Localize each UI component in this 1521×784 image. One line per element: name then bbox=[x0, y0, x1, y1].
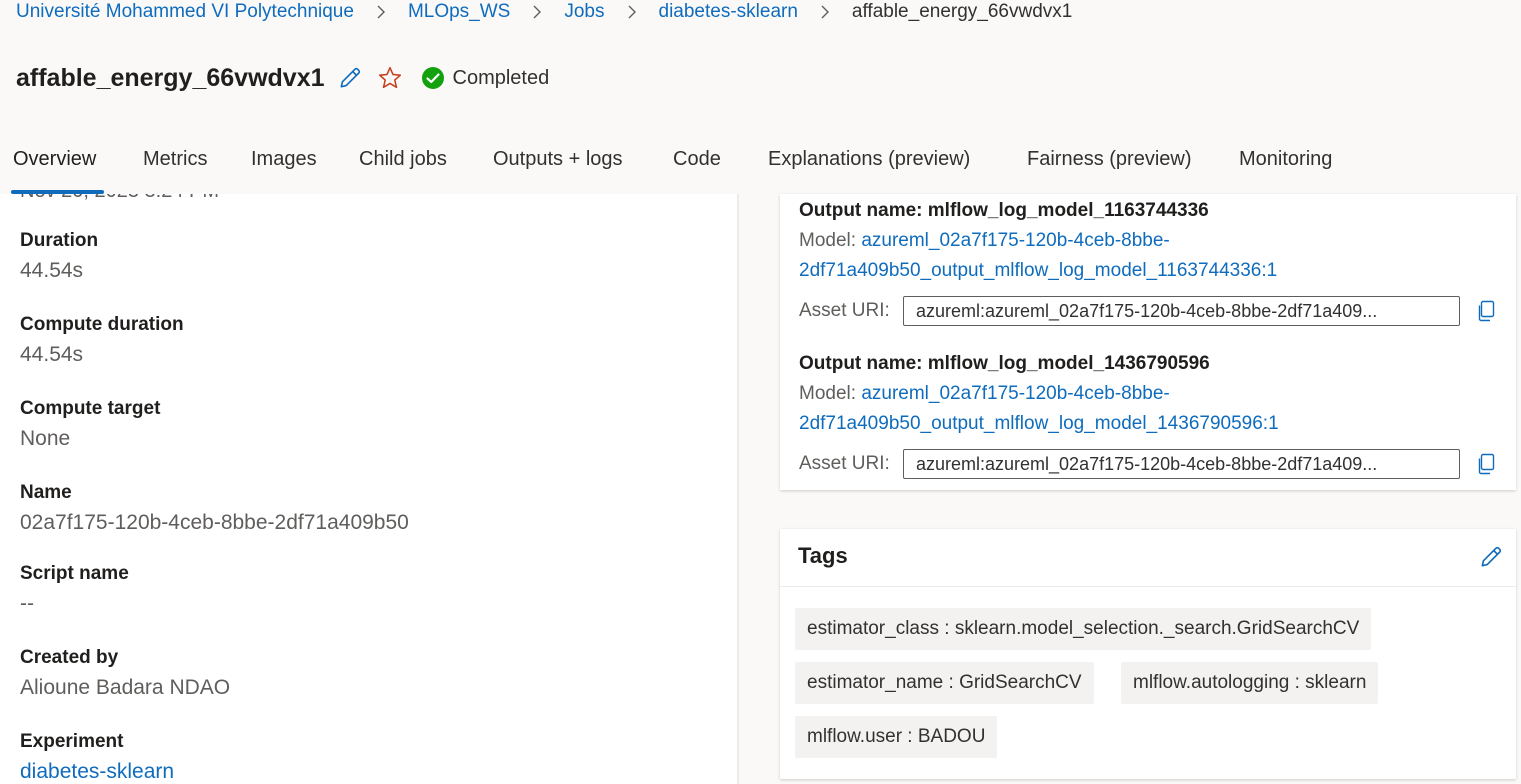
detail-compute-target: Compute target None bbox=[20, 394, 160, 454]
copy-icon[interactable] bbox=[1476, 453, 1496, 475]
detail-label: Name bbox=[20, 482, 72, 503]
tab-monitoring[interactable]: Monitoring bbox=[1239, 148, 1332, 171]
detail-label: Experiment bbox=[20, 731, 124, 752]
model-link-continued[interactable]: 2df71a409b50_output_mlflow_log_model_116… bbox=[799, 260, 1277, 281]
tag-chip: estimator_class : sklearn.model_selectio… bbox=[795, 608, 1372, 650]
detail-label: Compute duration bbox=[20, 314, 184, 335]
breadcrumb-current: affable_energy_66vwdvx1 bbox=[851, 1, 1073, 22]
tab-images[interactable]: Images bbox=[251, 148, 317, 171]
detail-experiment: Experiment diabetes-sklearn bbox=[20, 727, 174, 784]
asset-uri-field[interactable]: azureml:azureml_02a7f175-120b-4ceb-8bbe-… bbox=[903, 296, 1460, 326]
output-item: Output name: mlflow_log_model_1436790596… bbox=[799, 349, 1499, 479]
detail-value: None bbox=[20, 427, 71, 450]
asset-uri-row: Asset URI: azureml:azureml_02a7f175-120b… bbox=[799, 449, 1496, 479]
chevron-right-icon bbox=[627, 4, 637, 20]
detail-label: Duration bbox=[20, 230, 99, 251]
experiment-link[interactable]: diabetes-sklearn bbox=[20, 757, 174, 784]
checkmark-circle-icon bbox=[421, 66, 445, 90]
detail-duration: Duration 44.54s bbox=[20, 226, 98, 286]
copy-icon[interactable] bbox=[1476, 300, 1496, 322]
detail-value: Alioune Badara NDAO bbox=[20, 676, 231, 699]
asset-uri-label: Asset URI: bbox=[799, 300, 890, 321]
tag-chip: estimator_name : GridSearchCV bbox=[795, 662, 1094, 704]
tag-chip: mlflow.autologging : sklearn bbox=[1121, 662, 1379, 704]
detail-value: 02a7f175-120b-4ceb-8bbe-2df71a409b50 bbox=[20, 511, 409, 534]
detail-label: Script name bbox=[20, 563, 129, 584]
chevron-right-icon bbox=[820, 4, 830, 20]
output-item: Output name: mlflow_log_model_1163744336… bbox=[799, 196, 1499, 326]
breadcrumb-workspace-org[interactable]: Université Mohammed VI Polytechnique bbox=[16, 1, 354, 23]
detail-name: Name 02a7f175-120b-4ceb-8bbe-2df71a409b5… bbox=[20, 478, 409, 538]
breadcrumb-jobs[interactable]: Jobs bbox=[564, 1, 604, 23]
detail-value: -- bbox=[20, 592, 34, 615]
tag-chip: mlflow.user : BADOU bbox=[795, 716, 998, 758]
detail-compute-duration: Compute duration 44.54s bbox=[20, 310, 184, 370]
tab-code[interactable]: Code bbox=[673, 148, 721, 171]
model-link[interactable]: azureml_02a7f175-120b-4ceb-8bbe- bbox=[861, 230, 1169, 251]
tab-metrics[interactable]: Metrics bbox=[143, 148, 207, 171]
job-details-panel[interactable]: Nov 20, 2023 3:24 PM Duration 44.54s Com… bbox=[0, 194, 737, 784]
asset-uri-field[interactable]: azureml:azureml_02a7f175-120b-4ceb-8bbe-… bbox=[903, 449, 1460, 479]
tab-fairness[interactable]: Fairness (preview) bbox=[1027, 148, 1191, 171]
asset-uri-row: Asset URI: azureml:azureml_02a7f175-120b… bbox=[799, 296, 1496, 326]
status-text: Completed bbox=[452, 66, 550, 89]
clipped-value: Nov 20, 2023 3:24 PM bbox=[20, 194, 219, 203]
status-badge: Completed bbox=[421, 66, 550, 90]
asset-uri-label: Asset URI: bbox=[799, 453, 890, 474]
tab-bar: Overview Metrics Images Child jobs Outpu… bbox=[0, 138, 1521, 194]
model-link-continued[interactable]: 2df71a409b50_output_mlflow_log_model_143… bbox=[799, 413, 1279, 434]
tab-overview[interactable]: Overview bbox=[13, 148, 96, 171]
tags-title: Tags bbox=[798, 543, 848, 568]
detail-value: 44.54s bbox=[20, 343, 84, 366]
tags-card: Tags estimator_class : sklearn.model_sel… bbox=[780, 529, 1516, 779]
tab-outputs-logs[interactable]: Outputs + logs bbox=[493, 148, 623, 171]
outputs-card: Output name: mlflow_log_model_1163744336… bbox=[780, 194, 1516, 490]
output-model: Model: azureml_02a7f175-120b-4ceb-8bbe- … bbox=[799, 379, 1499, 439]
tab-explanations[interactable]: Explanations (preview) bbox=[768, 148, 970, 171]
detail-created-by: Created by Alioune Badara NDAO bbox=[20, 643, 230, 703]
tab-child-jobs[interactable]: Child jobs bbox=[359, 148, 447, 171]
output-name: Output name: mlflow_log_model_1163744336 bbox=[799, 200, 1209, 221]
output-model: Model: azureml_02a7f175-120b-4ceb-8bbe- … bbox=[799, 226, 1499, 286]
job-header: affable_energy_66vwdvx1 Completed bbox=[16, 58, 549, 98]
output-name: Output name: mlflow_log_model_1436790596 bbox=[799, 353, 1210, 374]
breadcrumb-experiment[interactable]: diabetes-sklearn bbox=[659, 1, 798, 23]
chevron-right-icon bbox=[532, 4, 542, 20]
model-label: Model: bbox=[799, 383, 862, 404]
breadcrumb: Université Mohammed VI Polytechnique MLO… bbox=[16, 0, 1072, 24]
detail-script-name: Script name -- bbox=[20, 559, 129, 619]
model-label: Model: bbox=[799, 230, 862, 251]
detail-label: Compute target bbox=[20, 398, 161, 419]
chevron-right-icon bbox=[376, 4, 386, 20]
star-icon[interactable] bbox=[377, 65, 403, 91]
detail-value: 44.54s bbox=[20, 259, 84, 282]
detail-label: Created by bbox=[20, 647, 119, 668]
pencil-icon[interactable] bbox=[1478, 544, 1504, 575]
pencil-icon[interactable] bbox=[337, 65, 363, 91]
tags-header: Tags bbox=[780, 529, 1516, 587]
breadcrumb-workspace[interactable]: MLOps_WS bbox=[408, 1, 510, 23]
page-title: affable_energy_66vwdvx1 bbox=[16, 63, 325, 92]
model-link[interactable]: azureml_02a7f175-120b-4ceb-8bbe- bbox=[861, 383, 1169, 404]
